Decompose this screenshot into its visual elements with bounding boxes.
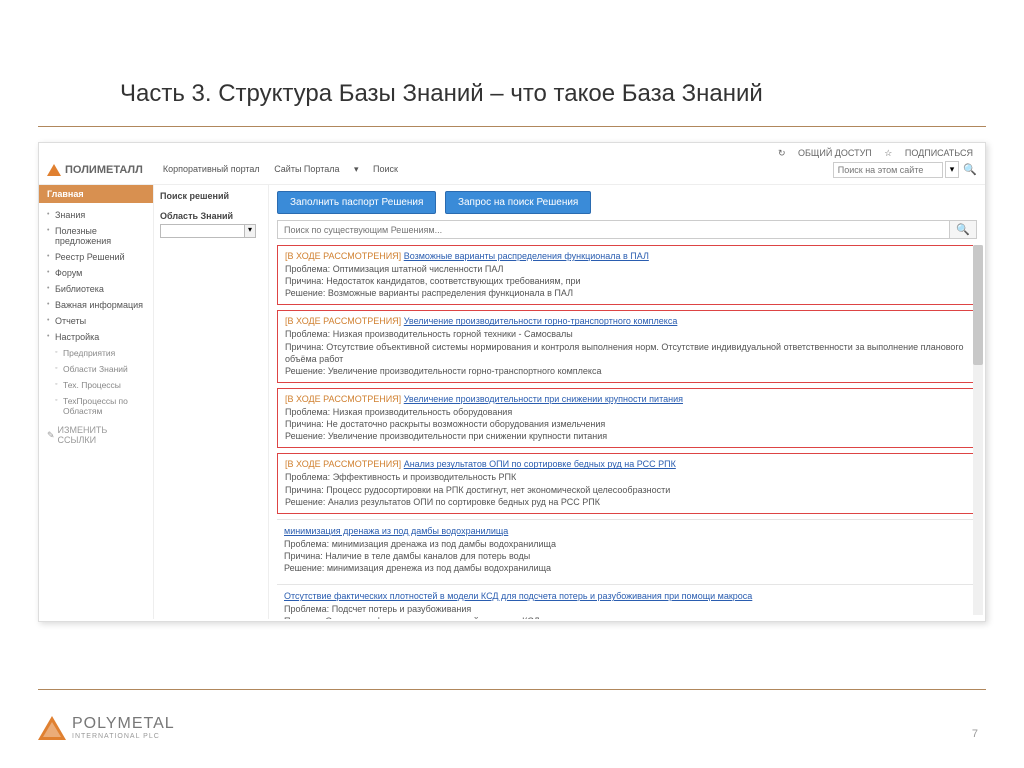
- solution-card: минимизация дренажа из под дамбы водохра…: [277, 519, 977, 579]
- title-underline: [0, 126, 1024, 127]
- footer-logo-text: POLYMETAL: [72, 715, 175, 733]
- search-request-button[interactable]: Запрос на поиск Решения: [445, 191, 591, 214]
- action-buttons: Заполнить паспорт Решения Запрос на поис…: [277, 191, 977, 214]
- site-search-input[interactable]: [833, 162, 943, 178]
- page-number: 7: [972, 728, 986, 740]
- refresh-icon[interactable]: ↻: [778, 148, 786, 158]
- scrollbar-thumb[interactable]: [973, 245, 983, 365]
- app-logo: ПОЛИМЕТАЛЛ: [47, 164, 143, 176]
- subscribe-link[interactable]: ПОДПИСАТЬСЯ: [905, 148, 973, 158]
- card-status: [В ХОДЕ РАССМОТРЕНИЯ]: [285, 316, 401, 326]
- sidebar-sub-areas[interactable]: Области Знаний: [47, 361, 153, 377]
- solution-card: [В ХОДЕ РАССМОТРЕНИЯ] Увеличение произво…: [277, 388, 977, 448]
- search-scope-dropdown[interactable]: ▾: [945, 161, 960, 178]
- app-screenshot: ↻ ОБЩИЙ ДОСТУП ☆ ПОДПИСАТЬСЯ ПОЛИМЕТАЛЛ …: [38, 142, 986, 622]
- solutions-search-input[interactable]: [277, 220, 950, 239]
- footer-logo-subtext: INTERNATIONAL PLC: [72, 733, 175, 740]
- footer-logo: POLYMETAL INTERNATIONAL PLC: [38, 715, 175, 740]
- pencil-icon: ✎: [47, 430, 55, 441]
- card-status: [В ХОДЕ РАССМОТРЕНИЯ]: [285, 251, 401, 261]
- solutions-search-button[interactable]: 🔍: [950, 220, 977, 239]
- logo-triangle-icon: [47, 164, 61, 176]
- nav-corporate[interactable]: Корпоративный портал: [163, 164, 260, 174]
- sidebar-item-suggestions[interactable]: Полезные предложения: [47, 223, 153, 249]
- share-link[interactable]: ОБЩИЙ ДОСТУП: [798, 148, 872, 158]
- sidebar-item-knowledge[interactable]: Знания: [47, 207, 153, 223]
- card-title-link[interactable]: Возможные варианты распределения функцио…: [404, 251, 649, 261]
- card-status: [В ХОДЕ РАССМОТРЕНИЯ]: [285, 459, 401, 469]
- main-content: Заполнить паспорт Решения Запрос на поис…: [269, 185, 985, 619]
- top-links: ↻ ОБЩИЙ ДОСТУП ☆ ПОДПИСАТЬСЯ: [768, 148, 973, 159]
- sidebar-sub-techproc-areas[interactable]: ТехПроцессы по Областям: [47, 393, 153, 419]
- sidebar-item-reports[interactable]: Отчеты: [47, 313, 153, 329]
- filter-header: Поиск решений: [160, 191, 262, 205]
- sidebar-sub-enterprises[interactable]: Предприятия: [47, 345, 153, 361]
- sidebar-item-library[interactable]: Библиотека: [47, 281, 153, 297]
- edit-links-button[interactable]: ✎ ИЗМЕНИТЬ ССЫЛКИ: [39, 419, 153, 451]
- card-title-link[interactable]: Отсутствие фактических плотностей в моде…: [284, 591, 752, 601]
- sidebar-item-forum[interactable]: Форум: [47, 265, 153, 281]
- star-icon[interactable]: ☆: [884, 148, 892, 158]
- solution-card: [В ХОДЕ РАССМОТРЕНИЯ] Возможные варианты…: [277, 245, 977, 305]
- header-nav: Корпоративный портал Сайты Портала ▾ Пои…: [163, 164, 410, 175]
- slide-footer: POLYMETAL INTERNATIONAL PLC 7: [38, 715, 986, 740]
- sidebar-item-registry[interactable]: Реестр Решений: [47, 249, 153, 265]
- solution-card: [В ХОДЕ РАССМОТРЕНИЯ] Увеличение произво…: [277, 310, 977, 383]
- search-submit-icon[interactable]: 🔍: [963, 163, 977, 176]
- scrollbar[interactable]: [973, 245, 983, 615]
- fill-passport-button[interactable]: Заполнить паспорт Решения: [277, 191, 436, 214]
- logo-text: ПОЛИМЕТАЛЛ: [65, 164, 143, 176]
- card-status: [В ХОДЕ РАССМОТРЕНИЯ]: [285, 394, 401, 404]
- solution-card: Отсутствие фактических плотностей в моде…: [277, 584, 977, 619]
- nav-search[interactable]: Поиск: [373, 164, 398, 174]
- card-title-link[interactable]: Увеличение производительности горно-тран…: [404, 316, 678, 326]
- sidebar-item-important[interactable]: Важная информация: [47, 297, 153, 313]
- card-title-link[interactable]: Увеличение производительности при снижен…: [404, 394, 683, 404]
- filter-area-dropdown[interactable]: ▾: [245, 224, 256, 238]
- filter-area-input[interactable]: [160, 224, 245, 238]
- sidebar-sub-techproc[interactable]: Тех. Процессы: [47, 377, 153, 393]
- solution-card: [В ХОДЕ РАССМОТРЕНИЯ] Анализ результатов…: [277, 453, 977, 513]
- nav-sites[interactable]: Сайты Портала ▾: [274, 164, 358, 174]
- card-title-link[interactable]: Анализ результатов ОПИ по сортировке бед…: [404, 459, 676, 469]
- card-title-link[interactable]: минимизация дренажа из под дамбы водохра…: [284, 526, 508, 536]
- slide-title: Часть 3. Структура Базы Знаний – что так…: [0, 0, 1024, 126]
- filter-panel: Поиск решений Область Знаний ▾: [154, 185, 269, 619]
- sidebar: Главная Знания Полезные предложения Реес…: [39, 185, 154, 619]
- footer-triangle-icon: [38, 716, 66, 740]
- sidebar-item-settings[interactable]: Настройка: [47, 329, 153, 345]
- sidebar-item-home[interactable]: Главная: [39, 185, 153, 203]
- footer-divider: [38, 689, 986, 690]
- filter-area-label: Область Знаний: [160, 205, 262, 224]
- header-search: ▾ 🔍: [833, 161, 977, 178]
